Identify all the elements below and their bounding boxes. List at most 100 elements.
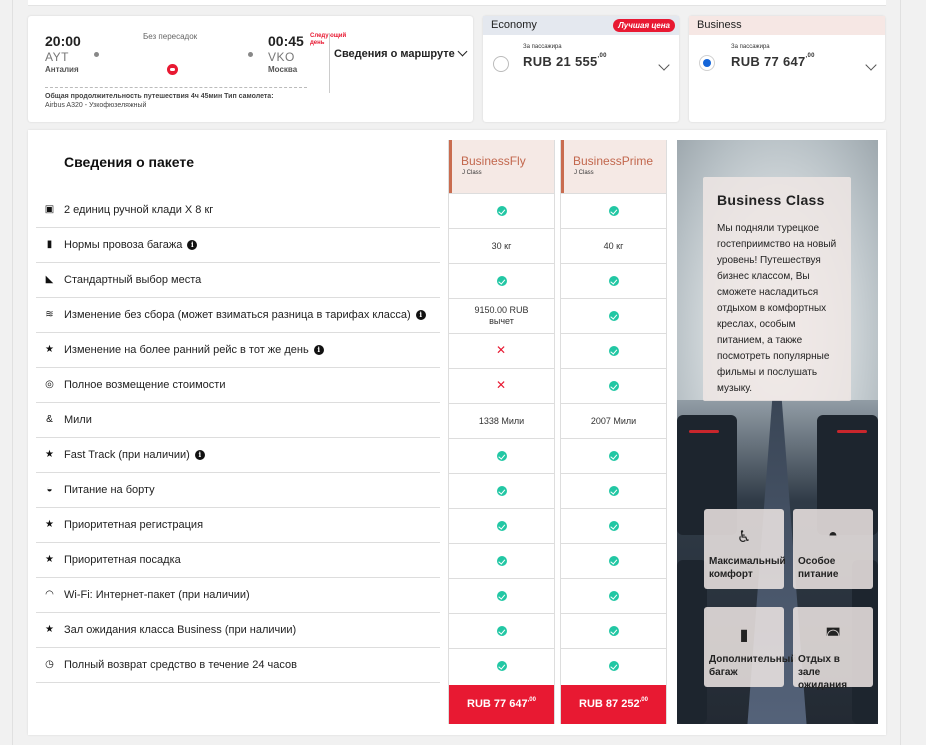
clock-refund-icon: ◷: [45, 659, 54, 670]
route-details-button[interactable]: Сведения о маршруте: [334, 46, 468, 60]
row-label-text: Мили: [64, 414, 92, 426]
divider: [329, 33, 330, 93]
row-label: Приоритетная посадка: [64, 554, 181, 566]
feature-cell: [449, 473, 554, 508]
duration-label: Общая продолжительность путешествия: [45, 93, 189, 100]
flight-summary-card: 20:00 AYT Анталия Без пересадок 00:45 VK…: [28, 16, 473, 122]
fare-card-economy[interactable]: Economy Лучшая цена За пассажира RUB 21 …: [483, 16, 679, 122]
cell-value: 2007 Мили: [590, 416, 637, 426]
price-cents: ,00: [639, 697, 648, 703]
row-label: Стандартный выбор места: [64, 274, 201, 286]
brand-column-businessprime[interactable]: BusinessPrime J Class 40 кг 2007 Мили RUB …: [560, 140, 667, 724]
feature-cell: 9150.00 RUB вычет: [449, 298, 554, 333]
feature-cell: [449, 578, 554, 613]
brand-class: J Class: [574, 170, 594, 176]
check-icon: [497, 661, 507, 671]
chevron-down-icon[interactable]: [658, 59, 670, 71]
refund-icon: ◎: [45, 379, 54, 390]
arrival: 00:45 VKO Москва: [268, 33, 304, 74]
departure-code: AYT: [45, 50, 69, 64]
route-dot-start: [94, 52, 99, 57]
check-icon: [609, 346, 619, 356]
row-label: 2 единиц ручной клади X 8 кг: [64, 204, 213, 216]
row-label: Изменение без сбора (может взиматься раз…: [64, 309, 426, 321]
brand-column-businessfly[interactable]: BusinessFly J Class 30 кг 9150.00 RUB выче…: [448, 140, 555, 724]
check-icon: [497, 486, 507, 496]
info-icon[interactable]: i: [313, 345, 324, 355]
dashed-divider: [45, 87, 307, 88]
package-row: ≋ Изменение без сбора (может взиматься ра…: [36, 298, 440, 333]
seat-icon: ◣: [45, 274, 54, 285]
fare-name: Economy: [491, 19, 537, 31]
info-icon[interactable]: i: [187, 240, 198, 250]
check-icon: [609, 626, 619, 636]
row-label: Питание на борту: [64, 484, 155, 496]
feature-cell: [561, 193, 666, 228]
departure-city: Анталия: [45, 65, 79, 74]
row-label-text: Нормы провоза багажа: [64, 239, 183, 251]
seat-trim-image: [837, 430, 867, 433]
feature-cell: 40 кг: [561, 228, 666, 263]
info-icon[interactable]: i: [415, 310, 426, 320]
feature-tile: ◓ Особое питание: [793, 509, 873, 589]
feature-cell: [561, 298, 666, 333]
airline-logo-icon: [167, 64, 178, 75]
feature-cell: [561, 613, 666, 648]
select-businessfly-button[interactable]: RUB 77 647,00: [449, 685, 554, 724]
select-businessprime-button[interactable]: RUB 87 252,00: [561, 685, 666, 724]
aircraft-label: Тип самолета:: [224, 93, 274, 100]
meal-icon: ◒: [46, 484, 53, 495]
miles-icon: &: [46, 414, 53, 425]
fare-radio-economy[interactable]: [493, 56, 509, 72]
package-row: ★ Изменение на более ранний рейс в тот же…: [36, 333, 440, 368]
cell-value: 1338 Мили: [478, 416, 525, 426]
row-label: Полное возмещение стоимости: [64, 379, 225, 391]
brand-header: BusinessPrime J Class: [561, 140, 666, 193]
star-icon: ★: [45, 624, 54, 635]
row-label-text: Полное возмещение стоимости: [64, 379, 226, 391]
check-icon: [497, 521, 507, 531]
star-icon: ★: [45, 554, 54, 565]
feature-cell: ✕: [449, 368, 554, 403]
check-icon: [497, 626, 507, 636]
cell-value: 40 кг: [603, 241, 624, 251]
fare-price-business: RUB 77 647,00: [731, 53, 815, 69]
feature-cell: 1338 Мили: [449, 403, 554, 438]
brand-class: J Class: [462, 170, 482, 176]
price-cents: ,00: [527, 697, 536, 703]
cell-value: 30 кг: [491, 241, 512, 251]
check-icon: [497, 206, 507, 216]
fare-header-business: Business: [689, 16, 885, 35]
fare-header-economy: Economy Лучшая цена: [483, 16, 679, 35]
cross-icon: ✕: [496, 378, 507, 392]
fare-radio-business[interactable]: [699, 55, 715, 71]
row-label-text: Изменение на более ранний рейс в тот же …: [64, 344, 309, 356]
stops-label: Без пересадок: [143, 32, 198, 41]
flight-meta: Общая продолжительность путешествия 4ч 4…: [45, 92, 285, 110]
previous-card-edge: [28, 0, 886, 6]
feature-tile: ♿ Максимальный комфорт: [704, 509, 786, 589]
package-row: ★ Приоритетная посадка: [36, 543, 440, 578]
price-amount: RUB 77 647: [467, 698, 528, 710]
feature-cell: [561, 263, 666, 298]
arrival-city: Москва: [268, 65, 298, 74]
star-icon: ★: [45, 519, 54, 530]
promo-title: Business Class: [717, 192, 825, 208]
chevron-down-icon[interactable]: [865, 59, 877, 71]
best-price-badge: Лучшая цена: [613, 19, 675, 32]
check-icon: [609, 206, 619, 216]
row-label-text: Fast Track (при наличии): [64, 449, 190, 461]
comfort-seat-icon: ♿: [736, 529, 752, 546]
extra-baggage-icon: ▮: [739, 627, 749, 644]
fare-card-business[interactable]: Business За пассажира RUB 77 647,00: [689, 16, 885, 122]
row-label-text: 2 единиц ручной клади X 8 кг: [64, 204, 214, 216]
check-icon: [609, 451, 619, 461]
price-amount: RUB 87 252: [579, 698, 640, 710]
package-row: ◷ Полный возврат средство в течение 24 ча…: [36, 648, 440, 683]
feature-cell: [449, 648, 554, 683]
check-icon: [609, 381, 619, 391]
feature-label: Особое питание: [798, 556, 839, 580]
info-icon[interactable]: i: [194, 450, 205, 460]
arrival-time: 00:45: [268, 33, 304, 49]
row-label: Нормы провоза багажа i: [64, 239, 198, 251]
